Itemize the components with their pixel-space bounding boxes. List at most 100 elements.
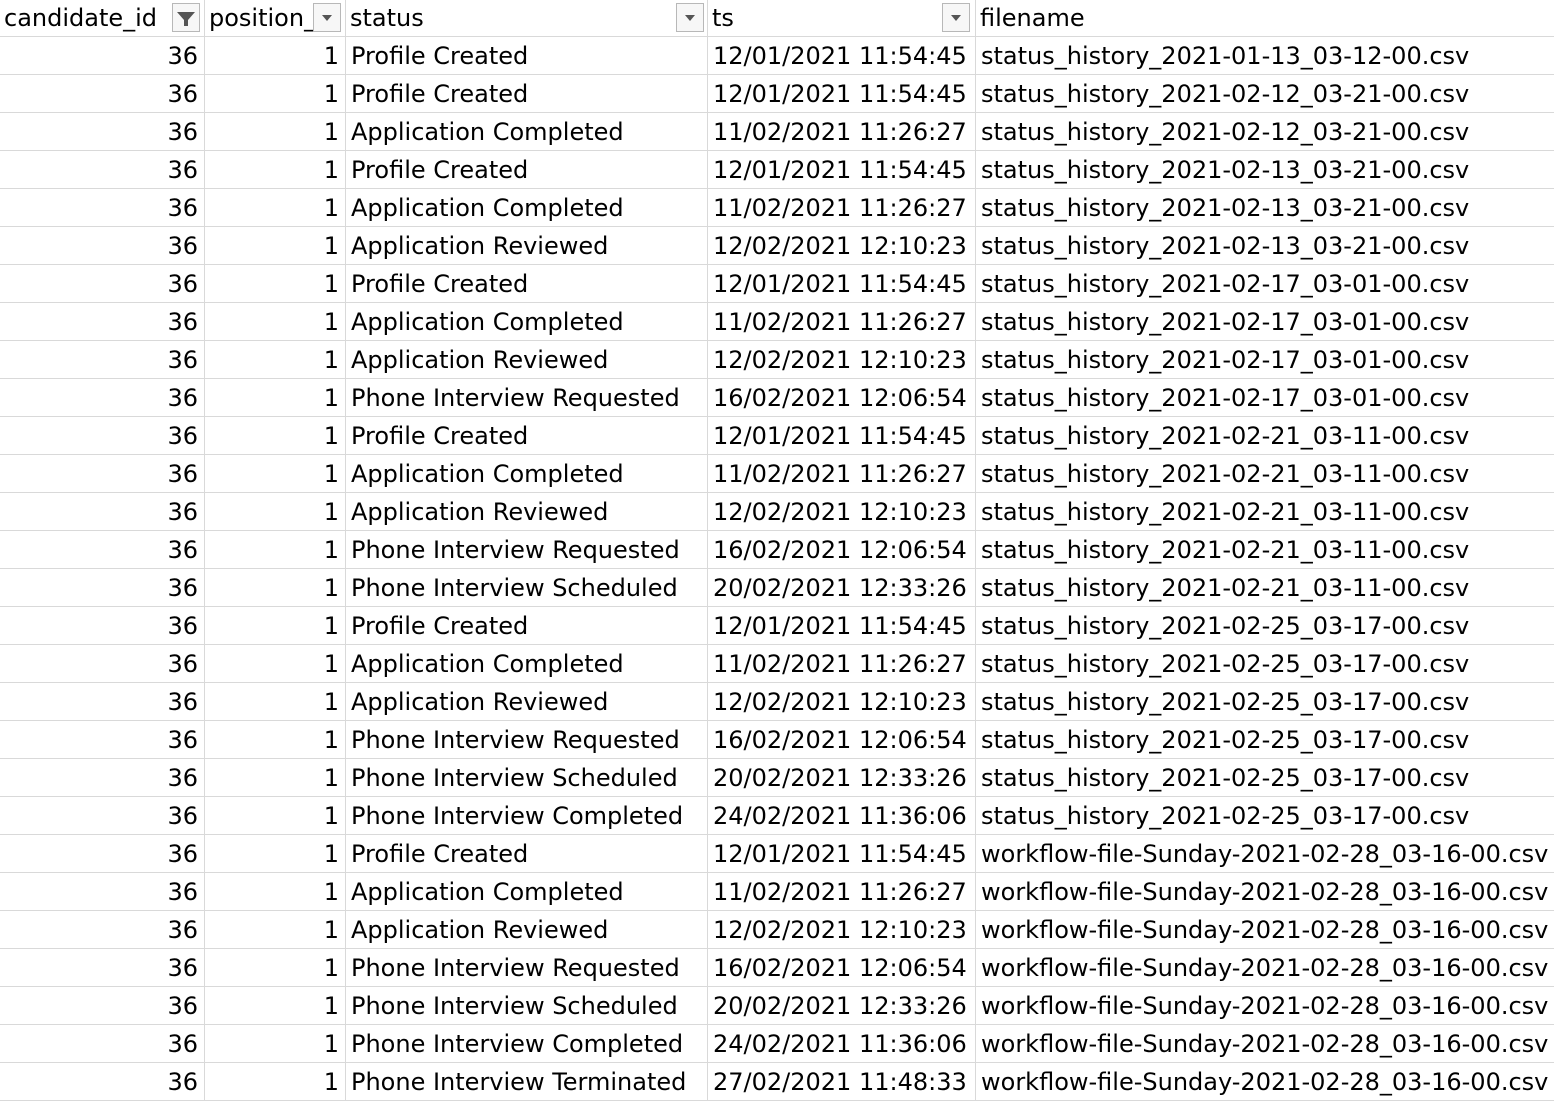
table-row[interactable]: 36 1 Phone Interview Terminated 27/02/2021 … bbox=[0, 1063, 1554, 1101]
cell-filename[interactable]: status_history_2021-02-17_03-01-00.csv bbox=[976, 303, 1554, 340]
table-row[interactable]: 36 1 Application Completed 11/02/2021 11:26… bbox=[0, 189, 1554, 227]
table-row[interactable]: 36 1 Profile Created 12/01/2021 11:54:45 wor… bbox=[0, 835, 1554, 873]
cell-filename[interactable]: workflow-file-Sunday-2021-02-28_03-16-00… bbox=[976, 987, 1554, 1024]
cell-position[interactable]: 1 bbox=[205, 417, 346, 454]
cell-ts[interactable]: 16/02/2021 12:06:54 bbox=[708, 721, 976, 758]
cell-position[interactable]: 1 bbox=[205, 759, 346, 796]
cell-status[interactable]: Phone Interview Terminated bbox=[346, 1063, 708, 1100]
table-row[interactable]: 36 1 Phone Interview Completed 24/02/2021 1… bbox=[0, 1025, 1554, 1063]
cell-candidate-id[interactable]: 36 bbox=[0, 265, 205, 302]
cell-status[interactable]: Application Completed bbox=[346, 645, 708, 682]
cell-position[interactable]: 1 bbox=[205, 911, 346, 948]
cell-candidate-id[interactable]: 36 bbox=[0, 417, 205, 454]
cell-candidate-id[interactable]: 36 bbox=[0, 987, 205, 1024]
table-row[interactable]: 36 1 Application Reviewed 12/02/2021 12:10:… bbox=[0, 911, 1554, 949]
cell-position[interactable]: 1 bbox=[205, 189, 346, 226]
cell-candidate-id[interactable]: 36 bbox=[0, 531, 205, 568]
cell-candidate-id[interactable]: 36 bbox=[0, 113, 205, 150]
cell-ts[interactable]: 12/01/2021 11:54:45 bbox=[708, 37, 976, 74]
cell-ts[interactable]: 12/01/2021 11:54:45 bbox=[708, 417, 976, 454]
cell-filename[interactable]: status_history_2021-02-25_03-17-00.csv bbox=[976, 607, 1554, 644]
cell-candidate-id[interactable]: 36 bbox=[0, 1063, 205, 1100]
cell-filename[interactable]: status_history_2021-02-25_03-17-00.csv bbox=[976, 759, 1554, 796]
dropdown-arrow-icon[interactable] bbox=[676, 3, 704, 32]
table-row[interactable]: 36 1 Application Completed 11/02/2021 11:26… bbox=[0, 645, 1554, 683]
cell-position[interactable]: 1 bbox=[205, 227, 346, 264]
cell-ts[interactable]: 20/02/2021 12:33:26 bbox=[708, 759, 976, 796]
cell-ts[interactable]: 12/01/2021 11:54:45 bbox=[708, 75, 976, 112]
table-row[interactable]: 36 1 Application Reviewed 12/02/2021 12:10:… bbox=[0, 683, 1554, 721]
cell-position[interactable]: 1 bbox=[205, 37, 346, 74]
cell-position[interactable]: 1 bbox=[205, 151, 346, 188]
table-row[interactable]: 36 1 Phone Interview Requested 16/02/2021 1… bbox=[0, 531, 1554, 569]
cell-status[interactable]: Application Completed bbox=[346, 455, 708, 492]
cell-position[interactable]: 1 bbox=[205, 949, 346, 986]
cell-ts[interactable]: 12/02/2021 12:10:23 bbox=[708, 493, 976, 530]
cell-status[interactable]: Profile Created bbox=[346, 607, 708, 644]
cell-filename[interactable]: status_history_2021-02-12_03-21-00.csv bbox=[976, 113, 1554, 150]
cell-filename[interactable]: status_history_2021-02-25_03-17-00.csv bbox=[976, 683, 1554, 720]
cell-ts[interactable]: 12/01/2021 11:54:45 bbox=[708, 607, 976, 644]
cell-filename[interactable]: status_history_2021-02-25_03-17-00.csv bbox=[976, 797, 1554, 834]
cell-candidate-id[interactable]: 36 bbox=[0, 341, 205, 378]
table-row[interactable]: 36 1 Profile Created 12/01/2021 11:54:45 sta… bbox=[0, 75, 1554, 113]
cell-position[interactable]: 1 bbox=[205, 75, 346, 112]
cell-candidate-id[interactable]: 36 bbox=[0, 797, 205, 834]
cell-ts[interactable]: 12/02/2021 12:10:23 bbox=[708, 911, 976, 948]
table-row[interactable]: 36 1 Phone Interview Scheduled 20/02/2021 1… bbox=[0, 569, 1554, 607]
cell-status[interactable]: Phone Interview Requested bbox=[346, 721, 708, 758]
cell-filename[interactable]: status_history_2021-01-13_03-12-00.csv bbox=[976, 37, 1554, 74]
cell-status[interactable]: Phone Interview Requested bbox=[346, 379, 708, 416]
cell-filename[interactable]: workflow-file-Sunday-2021-02-28_03-16-00… bbox=[976, 873, 1554, 910]
cell-filename[interactable]: workflow-file-Sunday-2021-02-28_03-16-00… bbox=[976, 911, 1554, 948]
table-row[interactable]: 36 1 Profile Created 12/01/2021 11:54:45 sta… bbox=[0, 607, 1554, 645]
cell-ts[interactable]: 12/01/2021 11:54:45 bbox=[708, 265, 976, 302]
cell-status[interactable]: Application Reviewed bbox=[346, 493, 708, 530]
cell-filename[interactable]: workflow-file-Sunday-2021-02-28_03-16-00… bbox=[976, 1025, 1554, 1062]
cell-status[interactable]: Application Completed bbox=[346, 113, 708, 150]
cell-ts[interactable]: 16/02/2021 12:06:54 bbox=[708, 379, 976, 416]
cell-ts[interactable]: 12/02/2021 12:10:23 bbox=[708, 341, 976, 378]
cell-status[interactable]: Phone Interview Scheduled bbox=[346, 759, 708, 796]
cell-ts[interactable]: 11/02/2021 11:26:27 bbox=[708, 113, 976, 150]
cell-ts[interactable]: 27/02/2021 11:48:33 bbox=[708, 1063, 976, 1100]
cell-filename[interactable]: status_history_2021-02-21_03-11-00.csv bbox=[976, 417, 1554, 454]
table-row[interactable]: 36 1 Profile Created 12/01/2021 11:54:45 sta… bbox=[0, 151, 1554, 189]
cell-ts[interactable]: 24/02/2021 11:36:06 bbox=[708, 1025, 976, 1062]
table-row[interactable]: 36 1 Application Reviewed 12/02/2021 12:10:… bbox=[0, 227, 1554, 265]
cell-candidate-id[interactable]: 36 bbox=[0, 379, 205, 416]
cell-ts[interactable]: 11/02/2021 11:26:27 bbox=[708, 873, 976, 910]
cell-filename[interactable]: status_history_2021-02-13_03-21-00.csv bbox=[976, 189, 1554, 226]
cell-candidate-id[interactable]: 36 bbox=[0, 835, 205, 872]
cell-candidate-id[interactable]: 36 bbox=[0, 455, 205, 492]
cell-status[interactable]: Profile Created bbox=[346, 151, 708, 188]
cell-position[interactable]: 1 bbox=[205, 873, 346, 910]
cell-candidate-id[interactable]: 36 bbox=[0, 303, 205, 340]
cell-status[interactable]: Phone Interview Scheduled bbox=[346, 569, 708, 606]
cell-position[interactable]: 1 bbox=[205, 265, 346, 302]
table-row[interactable]: 36 1 Application Reviewed 12/02/2021 12:10:… bbox=[0, 493, 1554, 531]
cell-position[interactable]: 1 bbox=[205, 607, 346, 644]
cell-filename[interactable]: status_history_2021-02-21_03-11-00.csv bbox=[976, 493, 1554, 530]
cell-position[interactable]: 1 bbox=[205, 341, 346, 378]
cell-status[interactable]: Profile Created bbox=[346, 265, 708, 302]
cell-ts[interactable]: 20/02/2021 12:33:26 bbox=[708, 569, 976, 606]
cell-position[interactable]: 1 bbox=[205, 797, 346, 834]
cell-ts[interactable]: 11/02/2021 11:26:27 bbox=[708, 303, 976, 340]
cell-status[interactable]: Profile Created bbox=[346, 417, 708, 454]
cell-filename[interactable]: workflow-file-Sunday-2021-02-28_03-16-00… bbox=[976, 1063, 1554, 1100]
cell-status[interactable]: Application Reviewed bbox=[346, 911, 708, 948]
cell-filename[interactable]: status_history_2021-02-25_03-17-00.csv bbox=[976, 645, 1554, 682]
cell-position[interactable]: 1 bbox=[205, 683, 346, 720]
filter-applied-icon[interactable] bbox=[172, 3, 200, 32]
cell-filename[interactable]: workflow-file-Sunday-2021-02-28_03-16-00… bbox=[976, 835, 1554, 872]
cell-position[interactable]: 1 bbox=[205, 455, 346, 492]
cell-position[interactable]: 1 bbox=[205, 1025, 346, 1062]
cell-position[interactable]: 1 bbox=[205, 1063, 346, 1100]
cell-status[interactable]: Phone Interview Completed bbox=[346, 1025, 708, 1062]
cell-status[interactable]: Phone Interview Completed bbox=[346, 797, 708, 834]
header-cell-position[interactable]: position_ bbox=[205, 0, 346, 36]
cell-status[interactable]: Application Reviewed bbox=[346, 341, 708, 378]
cell-candidate-id[interactable]: 36 bbox=[0, 683, 205, 720]
cell-candidate-id[interactable]: 36 bbox=[0, 569, 205, 606]
